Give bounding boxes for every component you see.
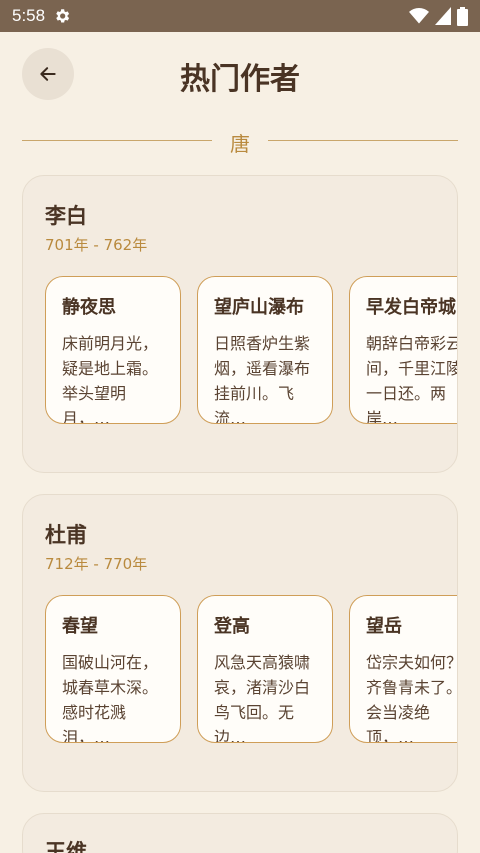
author-card[interactable]: 李白 701年 - 762年 静夜思 床前明月光，疑是地上霜。举头望明月，… 望…: [22, 175, 458, 473]
poem-excerpt: 日照香炉生紫烟，遥看瀑布挂前川。飞流…: [214, 334, 311, 424]
poem-card[interactable]: 春望 国破山河在，城春草木深。感时花溅泪，…: [45, 595, 181, 743]
author-name: 李白: [45, 204, 87, 228]
dynasty-divider: 唐: [22, 126, 458, 156]
poem-title: 静夜思: [62, 297, 116, 318]
author-name: 杜甫: [45, 523, 87, 547]
battery-icon: [457, 6, 468, 26]
poem-excerpt: 床前明月光，疑是地上霜。举头望明月，…: [62, 334, 159, 424]
poem-title: 望庐山瀑布: [214, 297, 304, 318]
poem-card[interactable]: 望庐山瀑布 日照香炉生紫烟，遥看瀑布挂前川。飞流…: [197, 276, 333, 424]
status-time: 5:58: [12, 6, 46, 25]
status-bar: 5:58: [0, 0, 480, 32]
signal-icon: [435, 7, 451, 25]
poem-card[interactable]: 登高 风急天高猿啸哀，渚清沙白鸟飞回。无边…: [197, 595, 333, 743]
poem-excerpt: 国破山河在，城春草木深。感时花溅泪，…: [62, 653, 159, 743]
poem-card[interactable]: 静夜思 床前明月光，疑是地上霜。举头望明月，…: [45, 276, 181, 424]
poem-title: 春望: [62, 616, 98, 637]
poem-excerpt: 朝辞白帝彩云间，千里江陵一日还。两岸…: [366, 334, 458, 424]
gear-icon: [53, 7, 71, 25]
poem-title: 望岳: [366, 616, 402, 637]
author-card[interactable]: 杜甫 712年 - 770年 春望 国破山河在，城春草木深。感时花溅泪，… 登高…: [22, 494, 458, 792]
poem-card[interactable]: 望岳 岱宗夫如何？齐鲁青未了。会当凌绝顶，…: [349, 595, 458, 743]
author-name: 王维: [45, 840, 87, 853]
wifi-icon: [409, 7, 429, 25]
dynasty-label: 唐: [230, 132, 250, 156]
poem-list[interactable]: 静夜思 床前明月光，疑是地上霜。举头望明月，… 望庐山瀑布 日照香炉生紫烟，遥看…: [45, 276, 458, 426]
page-title: 热门作者: [180, 62, 300, 97]
poem-title: 早发白帝城: [366, 297, 456, 318]
divider-line-right: [268, 140, 458, 141]
poem-title: 登高: [214, 616, 250, 637]
author-years: 712年 - 770年: [45, 555, 148, 573]
author-years: 701年 - 762年: [45, 236, 148, 254]
poem-card[interactable]: 早发白帝城 朝辞白帝彩云间，千里江陵一日还。两岸…: [349, 276, 458, 424]
author-card[interactable]: 王维: [22, 813, 458, 853]
poem-excerpt: 岱宗夫如何？齐鲁青未了。会当凌绝顶，…: [366, 653, 458, 743]
poem-list[interactable]: 春望 国破山河在，城春草木深。感时花溅泪，… 登高 风急天高猿啸哀，渚清沙白鸟飞…: [45, 595, 458, 745]
app-bar: 热门作者: [0, 32, 480, 118]
poem-excerpt: 风急天高猿啸哀，渚清沙白鸟飞回。无边…: [214, 653, 311, 743]
